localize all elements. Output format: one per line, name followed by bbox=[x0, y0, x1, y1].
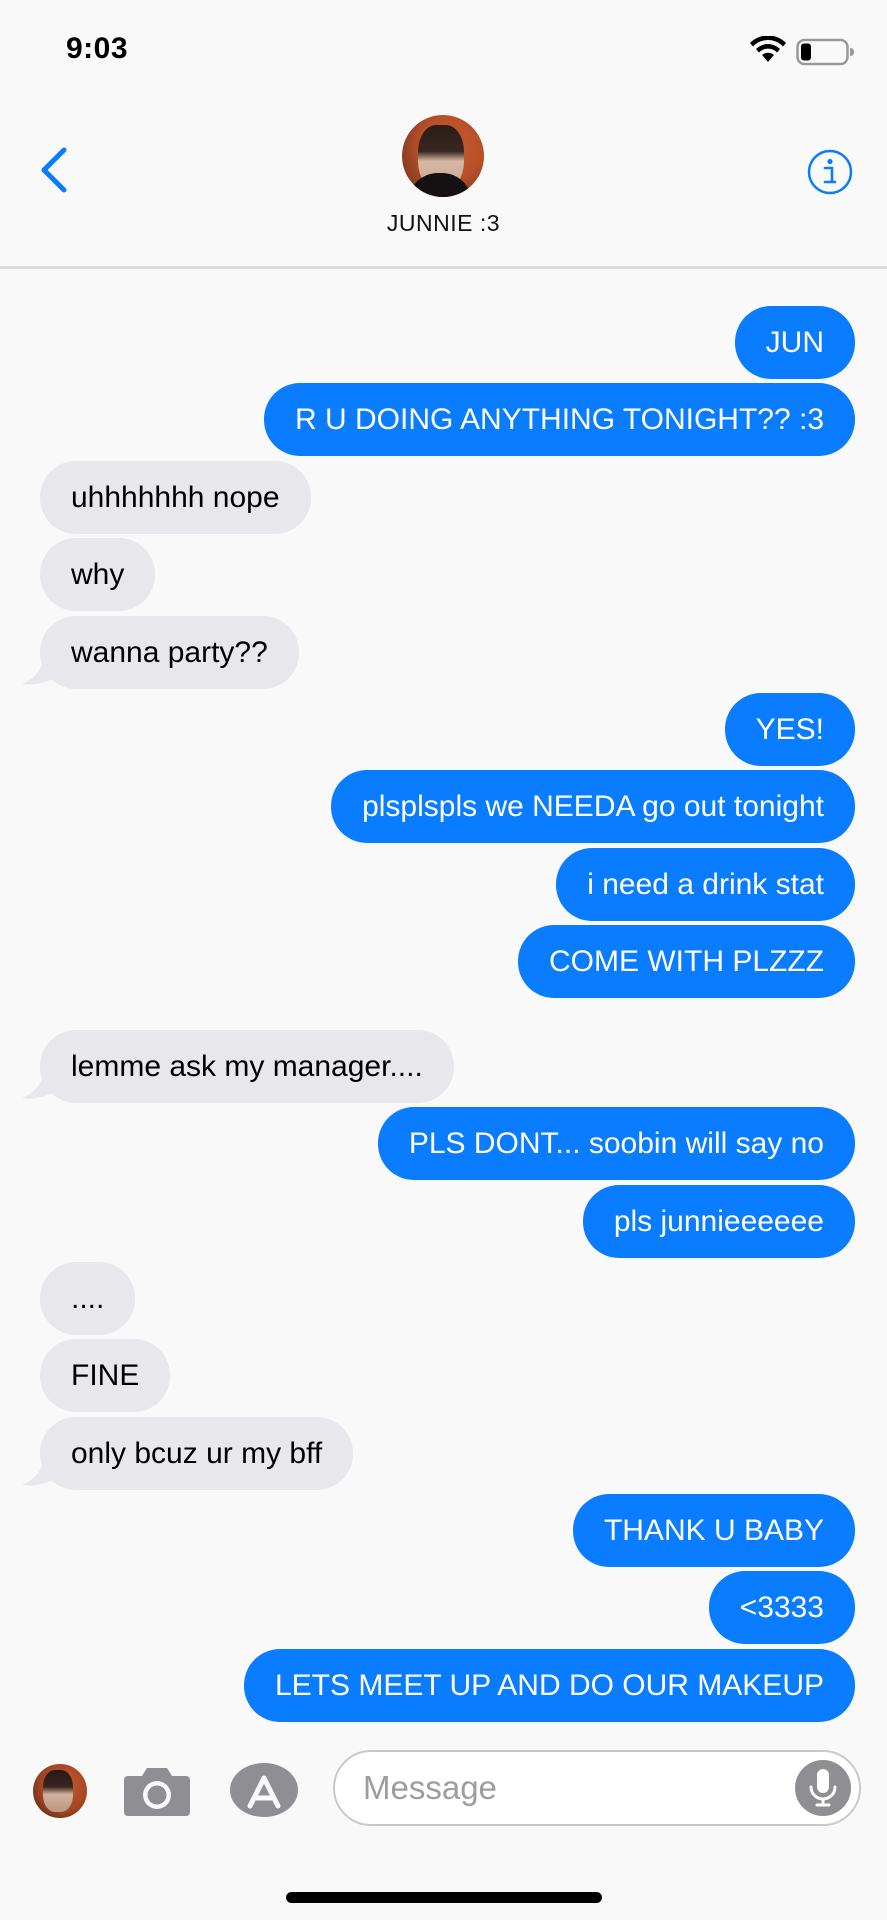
message-bubble-sent[interactable]: plsplspls we NEEDA go out tonight bbox=[331, 770, 855, 843]
microphone-icon bbox=[809, 1769, 837, 1807]
status-time: 9:03 bbox=[66, 32, 129, 65]
message-bubble-sent[interactable]: pls junnieeeeee bbox=[582, 1185, 855, 1258]
message-bubble-received[interactable]: .... bbox=[40, 1262, 136, 1335]
info-icon[interactable] bbox=[806, 148, 854, 196]
message-bubble-received[interactable]: uhhhhhhh nope bbox=[40, 461, 311, 534]
message-bubble-received[interactable]: FINE bbox=[40, 1339, 171, 1412]
message-input[interactable]: Message bbox=[333, 1750, 861, 1826]
contact-avatar[interactable] bbox=[402, 115, 484, 197]
message-bubble-sent[interactable]: LETS MEET UP AND DO OUR MAKEUP bbox=[243, 1649, 855, 1722]
status-bar: 9:03 bbox=[0, 0, 887, 100]
message-bubble-received[interactable]: only bcuz ur my bff bbox=[40, 1417, 354, 1490]
avatar-body bbox=[408, 173, 472, 197]
contact-name[interactable]: JUNNIE :3 bbox=[0, 210, 887, 237]
message-bubble-sent[interactable]: <3333 bbox=[708, 1571, 855, 1644]
message-bubble-sent[interactable]: JUN bbox=[734, 306, 855, 379]
microphone-button[interactable] bbox=[795, 1760, 851, 1816]
message-bubble-received[interactable]: wanna party?? bbox=[40, 616, 299, 689]
message-bubble-received[interactable]: why bbox=[40, 538, 156, 611]
memoji-face bbox=[43, 1770, 73, 1812]
app-store-icon[interactable] bbox=[228, 1760, 304, 1820]
message-bubble-received[interactable]: lemme ask my manager.... bbox=[40, 1030, 454, 1103]
message-bubble-sent[interactable]: i need a drink stat bbox=[556, 848, 855, 921]
message-bubble-sent[interactable]: THANK U BABY bbox=[572, 1494, 855, 1567]
message-bubble-sent[interactable]: YES! bbox=[724, 693, 855, 766]
camera-icon[interactable] bbox=[122, 1760, 192, 1820]
header-divider bbox=[0, 266, 887, 269]
back-chevron-icon[interactable] bbox=[36, 146, 76, 194]
message-bubble-sent[interactable]: COME WITH PLZZZ bbox=[518, 925, 855, 998]
home-indicator bbox=[286, 1892, 602, 1903]
message-bubble-sent[interactable]: R U DOING ANYTHING TONIGHT?? :3 bbox=[264, 383, 855, 456]
battery-icon bbox=[796, 38, 854, 66]
message-bubble-sent[interactable]: PLS DONT... soobin will say no bbox=[377, 1107, 855, 1180]
memoji-button[interactable] bbox=[33, 1764, 87, 1818]
message-placeholder: Message bbox=[363, 1769, 497, 1806]
wifi-icon bbox=[750, 36, 786, 62]
